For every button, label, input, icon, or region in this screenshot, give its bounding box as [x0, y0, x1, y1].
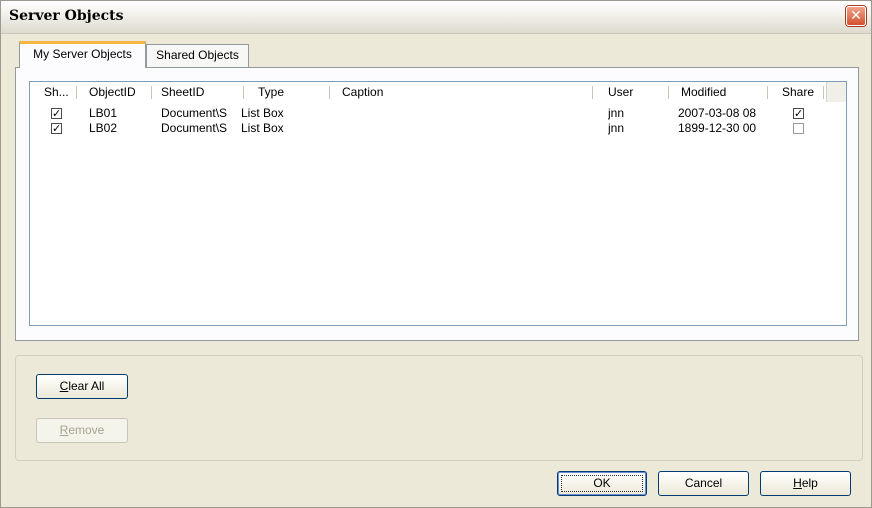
help-button[interactable]: Help	[760, 471, 851, 496]
remove-label: emove	[68, 423, 105, 437]
server-objects-dialog: Server Objects ✕ My Server Objects Share…	[0, 0, 872, 508]
focus-rectangle	[561, 475, 643, 492]
column-header-sheetid[interactable]: SheetID	[161, 82, 231, 102]
column-divider[interactable]	[668, 86, 669, 99]
column-header-caption[interactable]: Caption	[342, 82, 422, 102]
cancel-label: Cancel	[684, 476, 723, 490]
share-checkbox[interactable]	[793, 123, 804, 134]
title-bar[interactable]: Server Objects ✕	[1, 1, 871, 34]
tab-shared-objects[interactable]: Shared Objects	[146, 44, 249, 67]
tab-label: My Server Objects	[33, 47, 132, 61]
checkmark-icon: ✓	[52, 107, 62, 120]
sheet-id-cell: Document\S	[161, 121, 228, 135]
clear-all-mnemonic: C	[59, 379, 69, 393]
column-divider[interactable]	[329, 86, 330, 99]
help-mnemonic: H	[793, 476, 802, 490]
modified-cell: 1899-12-30 00	[678, 121, 757, 135]
column-divider[interactable]	[767, 86, 768, 99]
object-id-cell: LB02	[89, 121, 118, 135]
checkmark-icon: ✓	[52, 122, 62, 135]
type-cell: List Box	[241, 121, 284, 135]
ok-button[interactable]: OK	[557, 471, 647, 496]
tab-my-server-objects[interactable]: My Server Objects	[19, 41, 146, 68]
actions-group	[15, 355, 863, 461]
user-cell: jnn	[608, 121, 625, 135]
column-header-user[interactable]: User	[608, 82, 648, 102]
share-checkbox[interactable]: ✓	[793, 108, 804, 119]
modified-cell: 2007-03-08 08	[678, 106, 757, 120]
caption-cell	[342, 106, 582, 121]
column-header-objectid[interactable]: ObjectID	[89, 82, 149, 102]
column-divider[interactable]	[823, 86, 824, 99]
window-title: Server Objects	[9, 8, 124, 24]
caption-cell	[342, 121, 582, 136]
object-id-cell: LB01	[89, 106, 118, 120]
cancel-button[interactable]: Cancel	[658, 471, 749, 496]
server-objects-list[interactable]: Sh... ObjectID SheetID Type Caption User…	[29, 81, 847, 326]
remove-button[interactable]: Remove	[36, 418, 128, 443]
clear-all-button[interactable]: Clear All	[36, 374, 128, 399]
show-checkbox[interactable]: ✓	[51, 108, 62, 119]
sheet-id-cell: Document\S	[161, 106, 228, 120]
show-checkbox[interactable]: ✓	[51, 123, 62, 134]
type-cell: List Box	[241, 106, 284, 120]
column-divider[interactable]	[76, 86, 77, 99]
column-header-show[interactable]: Sh...	[44, 82, 74, 102]
user-cell: jnn	[608, 106, 625, 120]
column-divider[interactable]	[243, 86, 244, 99]
tab-label: Shared Objects	[156, 48, 239, 62]
help-label: elp	[801, 476, 818, 490]
close-button[interactable]: ✕	[846, 6, 866, 26]
column-divider[interactable]	[151, 86, 152, 99]
clear-all-label: lear All	[68, 379, 105, 393]
close-icon: ✕	[850, 8, 862, 24]
remove-mnemonic: R	[59, 423, 69, 437]
column-divider[interactable]	[592, 86, 593, 99]
column-header-modified[interactable]: Modified	[681, 82, 751, 102]
column-header-type[interactable]: Type	[258, 82, 318, 102]
column-header-share[interactable]: Share	[782, 82, 822, 102]
header-filler	[826, 82, 846, 102]
checkmark-icon: ✓	[794, 107, 804, 120]
